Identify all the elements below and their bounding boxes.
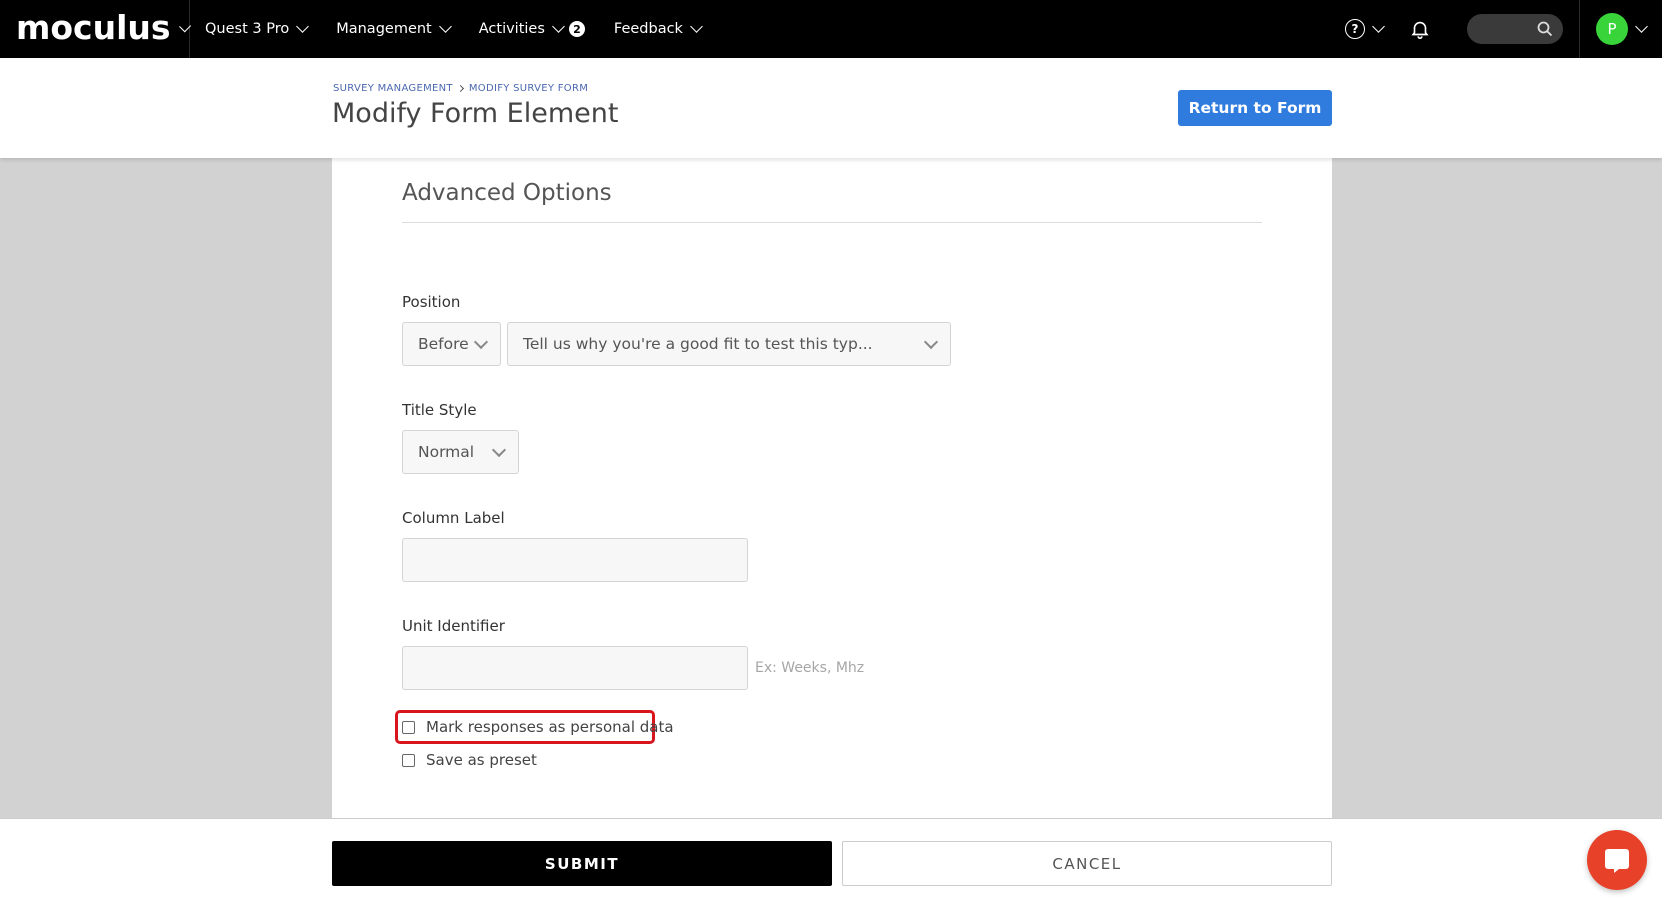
nav-item-label: Activities: [478, 21, 545, 37]
position-label: Position: [402, 293, 461, 311]
return-to-form-button[interactable]: Return to Form: [1178, 90, 1332, 126]
nav-item-product[interactable]: Quest 3 Pro: [205, 0, 310, 58]
column-label-input[interactable]: [402, 538, 748, 582]
position-target-select[interactable]: Tell us why you're a good fit to test th…: [507, 322, 951, 366]
advanced-options-card: Advanced Options Position Before Tell us…: [332, 158, 1332, 818]
nav-item-label: Quest 3 Pro: [205, 21, 290, 37]
breadcrumb-modify-survey-form[interactable]: MODIFY SURVEY FORM: [469, 83, 588, 94]
personal-data-checkbox[interactable]: [402, 720, 415, 734]
title-style-value: Normal: [418, 443, 475, 461]
brand-logo: moculus: [16, 7, 171, 47]
save-preset-checkbox-label: Save as preset: [426, 751, 537, 769]
page-header: SURVEY MANAGEMENT MODIFY SURVEY FORM Mod…: [0, 58, 1662, 158]
chevron-down-icon: [690, 19, 703, 33]
chevron-down-icon: [552, 19, 565, 33]
chevron-down-icon: [923, 334, 939, 350]
chevron-down-icon: [438, 19, 452, 33]
chevron-down-icon: [296, 19, 310, 33]
title-style-label: Title Style: [402, 401, 477, 419]
chat-bubble-icon: [1605, 849, 1629, 873]
nav-item-label: Management: [336, 21, 432, 37]
nav-right: ? P: [1345, 0, 1662, 58]
nav-item-activities[interactable]: Activities 2: [479, 0, 585, 58]
position-relation-value: Before: [418, 335, 469, 353]
save-preset-checkbox-row[interactable]: Save as preset: [402, 751, 537, 769]
breadcrumb: SURVEY MANAGEMENT MODIFY SURVEY FORM: [333, 83, 588, 94]
chat-button[interactable]: [1587, 830, 1647, 890]
top-nav: moculus Quest 3 Pro Management Activitie…: [0, 0, 1662, 58]
breadcrumb-separator-icon: [456, 84, 464, 93]
chevron-down-icon: [178, 19, 191, 33]
chevron-down-icon: [473, 334, 489, 350]
section-divider: [402, 222, 1262, 223]
position-relation-select[interactable]: Before: [402, 322, 501, 366]
user-menu[interactable]: P: [1580, 0, 1662, 58]
unit-identifier-hint: Ex: Weeks, Mhz: [755, 660, 865, 676]
help-menu[interactable]: ?: [1345, 19, 1385, 39]
section-title: Advanced Options: [402, 180, 612, 206]
notification-count-badge: 2: [568, 21, 585, 37]
unit-identifier-input[interactable]: [402, 646, 748, 690]
brand-menu[interactable]: moculus: [0, 0, 191, 58]
personal-data-checkbox-label: Mark responses as personal data: [426, 718, 674, 736]
breadcrumb-survey-management[interactable]: SURVEY MANAGEMENT: [333, 83, 453, 94]
personal-data-checkbox-row[interactable]: Mark responses as personal data: [402, 718, 674, 736]
column-label-label: Column Label: [402, 509, 505, 527]
nav-item-label: Feedback: [613, 21, 683, 37]
chevron-down-icon: [491, 442, 507, 458]
search-icon: [1537, 21, 1553, 37]
chevron-down-icon: [1635, 19, 1648, 33]
unit-identifier-label: Unit Identifier: [402, 617, 505, 635]
cancel-button[interactable]: CANCEL: [842, 841, 1332, 886]
help-icon: ?: [1345, 19, 1365, 39]
form-footer: SUBMIT CANCEL: [0, 818, 1662, 903]
nav-item-feedback[interactable]: Feedback: [613, 0, 703, 58]
avatar: P: [1596, 13, 1628, 45]
bell-icon[interactable]: [1409, 18, 1431, 40]
search-input[interactable]: [1467, 14, 1563, 44]
chevron-down-icon: [1372, 19, 1385, 33]
title-style-select[interactable]: Normal: [402, 430, 519, 474]
page-title: Modify Form Element: [332, 98, 619, 129]
position-target-value: Tell us why you're a good fit to test th…: [523, 335, 873, 353]
nav-item-management[interactable]: Management: [336, 0, 452, 58]
save-preset-checkbox[interactable]: [402, 753, 415, 767]
submit-button[interactable]: SUBMIT: [332, 841, 832, 886]
